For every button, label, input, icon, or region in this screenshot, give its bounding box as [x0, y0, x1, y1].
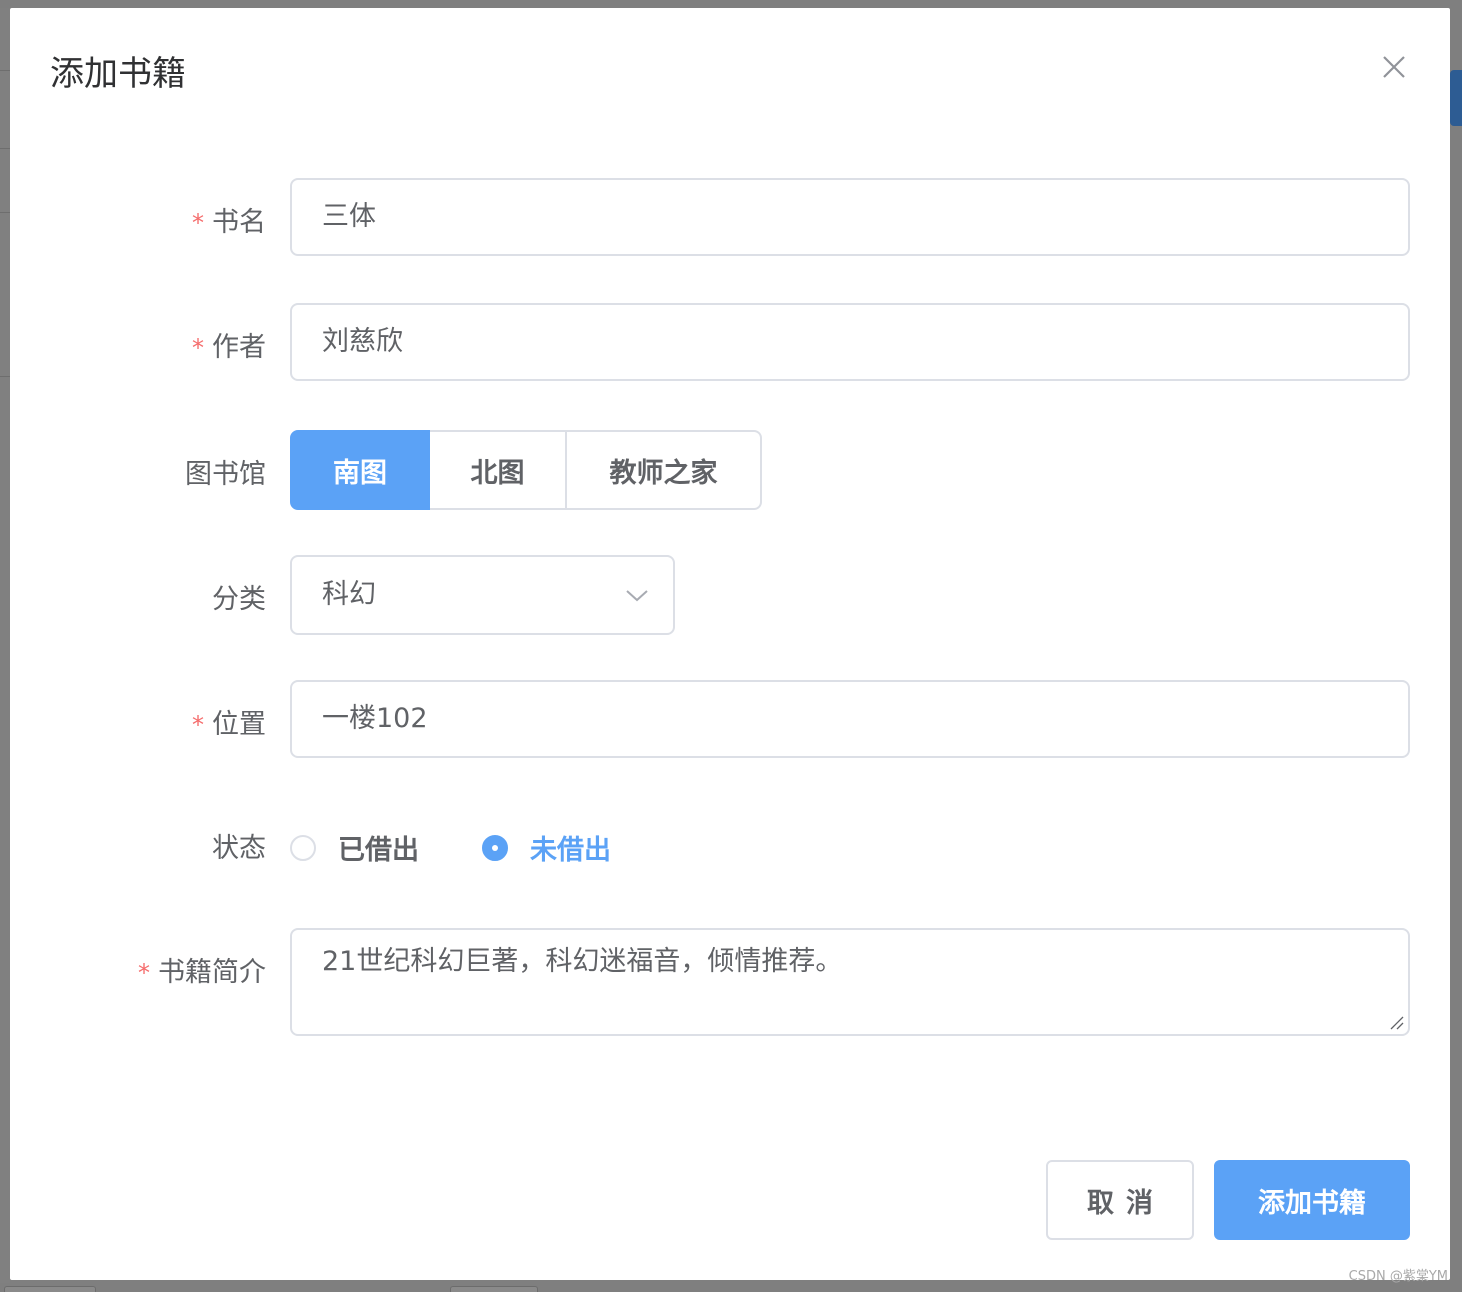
intro-text: 21世纪科幻巨著，科幻迷福音，倾情推荐。: [322, 946, 843, 977]
library-option-teachers-home[interactable]: 教师之家: [567, 430, 762, 510]
library-option-bei[interactable]: 北图: [430, 430, 567, 510]
close-icon: [1383, 56, 1405, 78]
dialog-title: 添加书籍: [50, 54, 186, 94]
cancel-button[interactable]: 取消: [1046, 1160, 1194, 1240]
status-option-available[interactable]: 未借出: [482, 828, 611, 867]
form-item-status: 状态 已借出 未借出: [10, 808, 1450, 880]
author-input[interactable]: 刘慈欣: [290, 303, 1410, 381]
required-asterisk: *: [138, 959, 150, 987]
add-book-button[interactable]: 添加书籍: [1214, 1160, 1410, 1240]
background-divider: [0, 212, 10, 213]
intro-textarea[interactable]: 21世纪科幻巨著，科幻迷福音，倾情推荐。: [290, 928, 1410, 1036]
background-button: [1450, 70, 1462, 126]
background-element: [4, 1286, 96, 1292]
background-page: [0, 8, 10, 1283]
category-select[interactable]: 科幻: [290, 555, 675, 635]
library-radio-group: 南图 北图 教师之家: [290, 430, 762, 510]
radio-circle-checked: [482, 834, 508, 861]
resize-handle-icon[interactable]: [1388, 1014, 1404, 1030]
form-item-author: * 作者 刘慈欣: [10, 303, 1450, 383]
category-label: 分类: [212, 584, 266, 615]
intro-label: * 书籍简介: [138, 957, 266, 988]
location-input[interactable]: 一楼102: [290, 680, 1410, 758]
category-value: 科幻: [322, 579, 376, 610]
chevron-down-icon: [626, 590, 648, 602]
background-divider: [0, 376, 10, 377]
status-label: 状态: [212, 833, 266, 864]
form-item-book-name: * 书名 三体: [10, 178, 1450, 258]
form-item-location: * 位置 一楼102: [10, 680, 1450, 760]
location-label: * 位置: [192, 709, 266, 740]
background-element: [450, 1286, 538, 1292]
background-divider: [0, 70, 10, 71]
author-label: * 作者: [192, 332, 266, 363]
form-item-category: 分类 科幻: [10, 555, 1450, 635]
close-button[interactable]: [1379, 52, 1409, 82]
book-name-input[interactable]: 三体: [290, 178, 1410, 256]
add-book-dialog: 添加书籍 * 书名 三体 * 作者 刘慈欣 图书馆 南图 北图 教师之家 分类 科幻: [10, 8, 1450, 1280]
required-asterisk: *: [192, 209, 204, 237]
watermark: CSDN @紫棠YM: [1348, 1269, 1448, 1284]
required-asterisk: *: [192, 334, 204, 362]
form-item-intro: * 书籍简介 21世纪科幻巨著，科幻迷福音，倾情推荐。: [10, 928, 1450, 1038]
status-option-borrowed[interactable]: 已借出: [290, 828, 419, 867]
library-option-nan[interactable]: 南图: [290, 430, 430, 510]
book-name-label: * 书名: [192, 207, 266, 238]
form-item-library: 图书馆 南图 北图 教师之家: [10, 430, 1450, 510]
library-label: 图书馆: [185, 459, 266, 490]
required-asterisk: *: [192, 711, 204, 739]
background-divider: [0, 148, 10, 149]
radio-circle: [290, 834, 316, 861]
